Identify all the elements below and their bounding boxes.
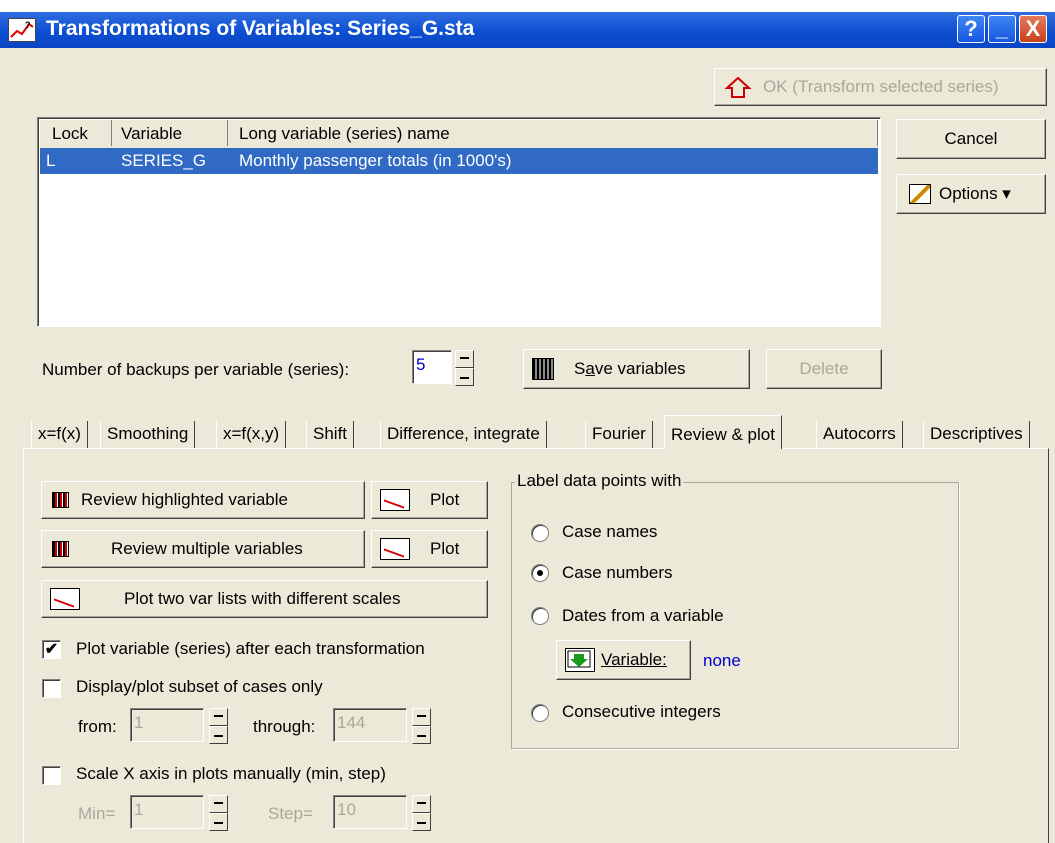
close-button[interactable]: X	[1019, 15, 1047, 43]
min-label: Min=	[78, 804, 116, 823]
spreadsheet-icon	[52, 492, 69, 508]
review-multiple-button[interactable]: Review multiple variables	[41, 530, 365, 568]
line-plot-icon	[380, 489, 410, 511]
label-points-title: Label data points with	[515, 471, 684, 491]
house-arrow-icon	[724, 76, 752, 98]
step-spinner[interactable]	[412, 795, 431, 831]
ok-label: OK (Transform selected series)	[763, 77, 999, 96]
review-highlighted-label: Review highlighted variable	[81, 490, 288, 509]
cancel-button[interactable]: Cancel	[896, 119, 1046, 159]
tab-difference[interactable]: Difference, integrate	[380, 421, 547, 449]
case-numbers-label: Case numbers	[562, 563, 673, 582]
through-input[interactable]: 144	[333, 708, 407, 742]
save-label: Save variables	[574, 359, 686, 378]
list-row[interactable]: L SERIES_G Monthly passenger totals (in …	[40, 148, 878, 174]
row-long-name: Monthly passenger totals (in 1000's)	[239, 151, 512, 170]
radio-case-names[interactable]	[531, 524, 549, 542]
through-spinner[interactable]	[412, 708, 431, 744]
header-lock[interactable]: Lock	[40, 120, 112, 146]
review-multiple-label: Review multiple variables	[111, 539, 303, 558]
window-title: Transformations of Variables: Series_G.s…	[46, 17, 475, 40]
options-icon	[909, 184, 931, 204]
svg-text:?: ?	[25, 20, 31, 30]
tab-xfx[interactable]: x=f(x)	[31, 421, 88, 449]
scale-x-label: Scale X axis in plots manually (min, ste…	[76, 764, 386, 783]
step-label: Step=	[268, 804, 313, 823]
plot-multiple-button[interactable]: Plot	[371, 530, 488, 568]
radio-dates-variable[interactable]	[531, 607, 549, 625]
tab-fourier[interactable]: Fourier	[585, 421, 653, 449]
header-long-name[interactable]: Long variable (series) name	[229, 120, 878, 146]
plot-after-checkbox[interactable]: ✔	[42, 640, 61, 659]
min-spinner[interactable]	[209, 795, 228, 831]
title-bar[interactable]: ? Transformations of Variables: Series_G…	[0, 12, 1055, 48]
radio-consecutive-integers[interactable]	[531, 704, 549, 722]
row-lock: L	[46, 151, 56, 170]
radio-case-numbers[interactable]	[531, 564, 549, 582]
variable-value: none	[703, 651, 741, 670]
plot-two-lists-button[interactable]: Plot two var lists with different scales	[41, 580, 488, 618]
tab-shift[interactable]: Shift	[306, 421, 355, 449]
save-variables-button[interactable]: Save variables	[523, 349, 750, 389]
spreadsheet-icon	[52, 541, 69, 557]
consecutive-integers-label: Consecutive integers	[562, 702, 721, 721]
row-variable: SERIES_G	[121, 151, 207, 170]
dates-variable-label: Dates from a variable	[562, 606, 724, 625]
through-label: through:	[253, 717, 316, 736]
line-plot-icon	[380, 538, 410, 560]
list-header: Lock Variable Long variable (series) nam…	[40, 120, 878, 148]
plot-highlighted-button[interactable]: Plot	[371, 481, 488, 519]
options-button[interactable]: Options ▾	[896, 174, 1046, 214]
scale-x-checkbox[interactable]	[42, 766, 61, 785]
plot-after-label: Plot variable (series) after each transf…	[76, 639, 425, 658]
review-highlighted-button[interactable]: Review highlighted variable	[41, 481, 365, 519]
backups-input[interactable]: 5	[412, 350, 452, 384]
delete-button[interactable]: Delete	[766, 349, 882, 389]
app-icon: ?	[8, 18, 36, 42]
case-names-label: Case names	[562, 522, 658, 541]
variable-pick-icon	[565, 648, 595, 672]
from-spinner[interactable]	[209, 708, 228, 744]
variable-button-label: Variable:	[601, 650, 667, 669]
subset-label: Display/plot subset of cases only	[76, 677, 323, 696]
plot2-label: Plot	[430, 539, 460, 558]
tab-descriptives[interactable]: Descriptives	[923, 421, 1030, 449]
save-icon	[532, 358, 554, 380]
dialog-window: ? Transformations of Variables: Series_G…	[0, 12, 1055, 843]
minimize-button[interactable]: _	[988, 15, 1016, 43]
tab-xfxy[interactable]: x=f(x,y)	[216, 421, 287, 449]
plot1-label: Plot	[430, 490, 460, 509]
plot-two-lists-label: Plot two var lists with different scales	[124, 589, 401, 608]
header-variable[interactable]: Variable	[113, 120, 228, 146]
step-input[interactable]: 10	[333, 795, 407, 829]
backups-label: Number of backups per variable (series):	[42, 360, 350, 379]
from-input[interactable]: 1	[130, 708, 204, 742]
options-label: Options ▾	[939, 184, 1011, 203]
from-label: from:	[78, 717, 117, 736]
tab-autocorrs[interactable]: Autocorrs	[816, 421, 903, 449]
min-input[interactable]: 1	[130, 795, 204, 829]
tab-smoothing[interactable]: Smoothing	[100, 421, 196, 449]
variable-button[interactable]: Variable:	[556, 640, 691, 680]
subset-checkbox[interactable]	[42, 679, 61, 698]
tab-review-plot[interactable]: Review & plot	[664, 415, 782, 449]
tab-strip: x=f(x) Smoothing x=f(x,y) Shift Differen…	[23, 412, 1055, 449]
variable-list[interactable]: Lock Variable Long variable (series) nam…	[37, 117, 881, 327]
backups-spinner[interactable]	[455, 350, 474, 386]
ok-transform-button[interactable]: OK (Transform selected series)	[714, 68, 1047, 106]
help-button[interactable]: ?	[957, 15, 985, 43]
line-plot-icon	[50, 588, 80, 610]
